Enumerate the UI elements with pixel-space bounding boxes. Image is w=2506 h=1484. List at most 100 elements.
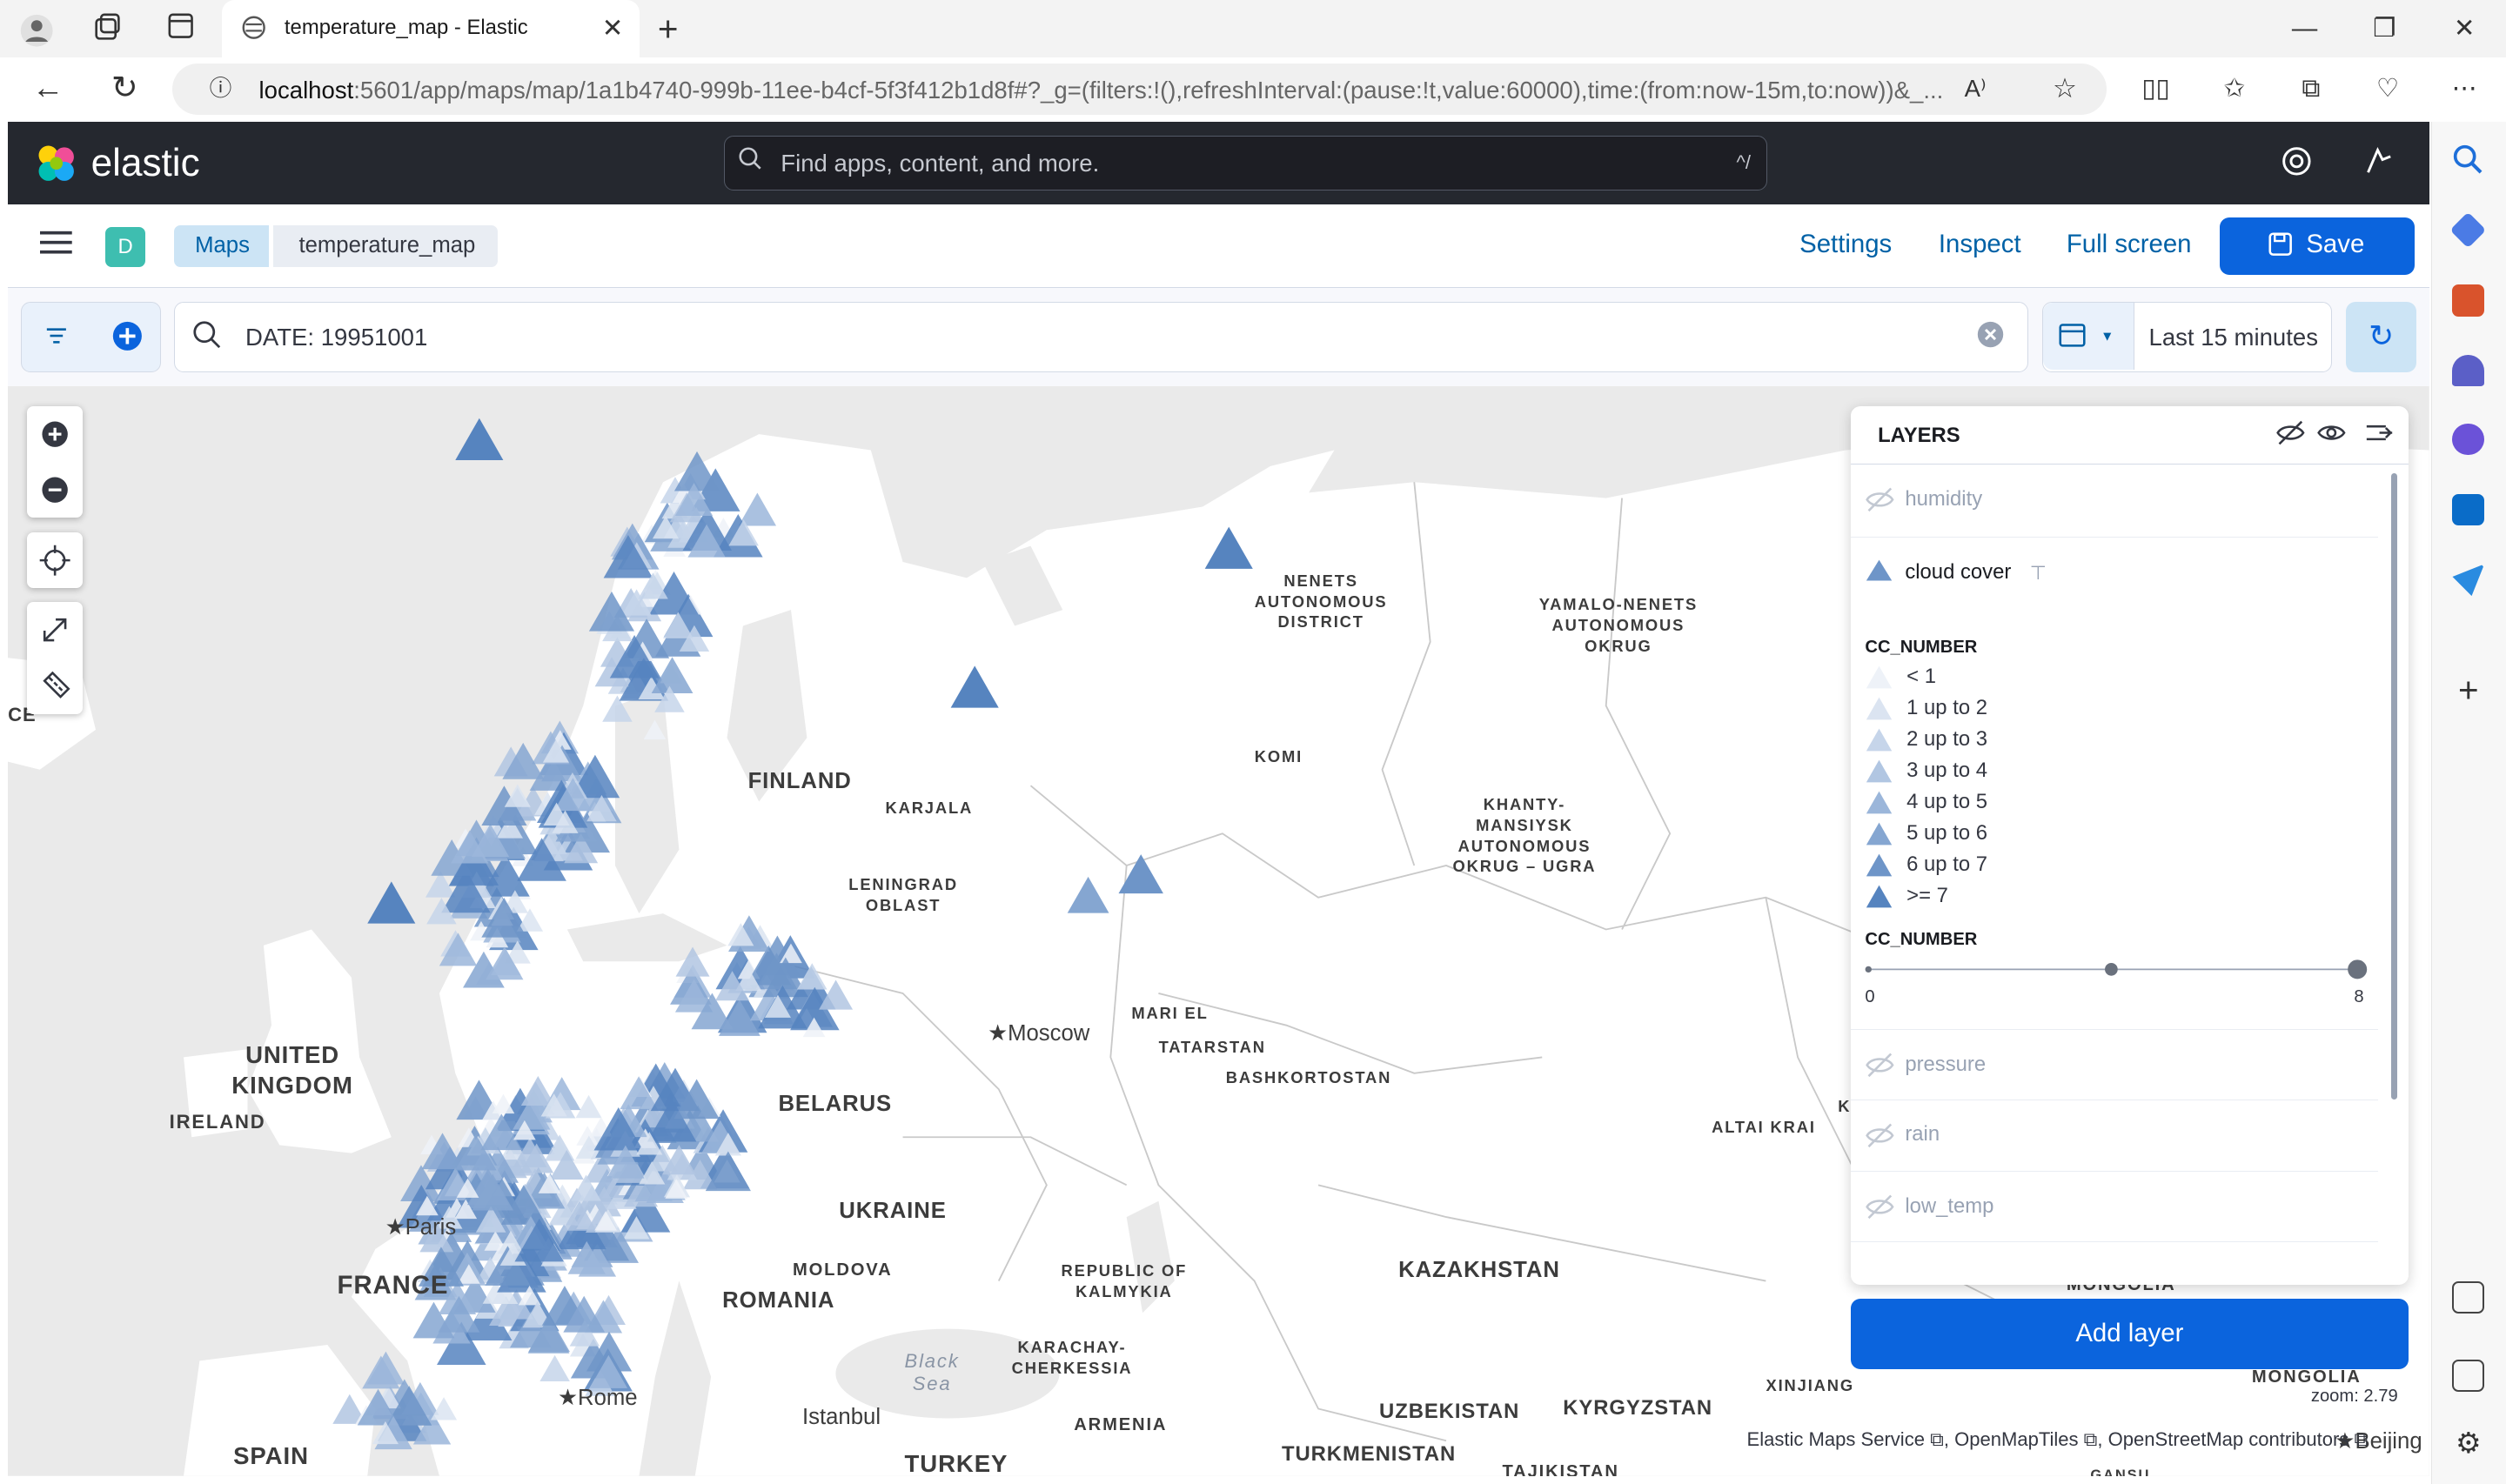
- global-search-input[interactable]: Find apps, content, and more. ^/: [724, 136, 1768, 191]
- cloud-cover-marker[interactable]: [1067, 877, 1109, 914]
- time-range-label[interactable]: Last 15 minutes: [2149, 324, 2318, 351]
- sidebar-settings-icon[interactable]: ⚙: [2452, 1427, 2484, 1461]
- triangle-swatch-icon: [1866, 697, 1893, 720]
- cloud-cover-marker[interactable]: [675, 947, 710, 978]
- zoom-out-button[interactable]: [27, 462, 83, 518]
- clear-query-icon[interactable]: [1974, 320, 2007, 352]
- legend-item-label: 6 up to 7: [1906, 852, 1988, 877]
- save-label: Save: [2306, 230, 2365, 259]
- cloud-cover-marker[interactable]: [455, 418, 504, 461]
- add-layer-button[interactable]: Add layer: [1850, 1299, 2409, 1370]
- close-window-icon[interactable]: ✕: [2449, 13, 2481, 45]
- search-icon: [734, 146, 767, 178]
- close-tab-icon[interactable]: ✕: [602, 13, 624, 43]
- legend-item: 2 up to 3: [1865, 725, 1987, 754]
- collections-icon[interactable]: ⧉: [2295, 73, 2328, 105]
- fit-to-data-button[interactable]: [27, 602, 83, 658]
- space-avatar[interactable]: D: [105, 226, 146, 267]
- set-view-control[interactable]: [27, 531, 84, 588]
- cloud-cover-marker[interactable]: [539, 1355, 571, 1382]
- settings-link[interactable]: Settings: [1799, 230, 1892, 259]
- hide-all-layers-icon[interactable]: [2275, 418, 2307, 452]
- tab-temperature-map[interactable]: temperature_map - Elastic ✕: [222, 0, 640, 58]
- attribution-osm-link[interactable]: OpenStreetMap contributors: [2108, 1428, 2349, 1450]
- sidebar-toggle-icon[interactable]: [2452, 1360, 2485, 1392]
- layers-scrollbar[interactable]: [2390, 472, 2398, 1100]
- restore-icon[interactable]: ❐: [2369, 13, 2401, 45]
- full-screen-link[interactable]: Full screen: [2067, 230, 2192, 259]
- minimize-icon[interactable]: —: [2288, 13, 2321, 45]
- layer-control-panel: LAYERS humidity cloud cover ⊤ CC_NUMBER …: [1850, 405, 2409, 1285]
- zoom-controls: [27, 405, 84, 518]
- legend-item: >= 7: [1865, 882, 1948, 911]
- measure-tool-button[interactable]: [27, 658, 83, 714]
- cloud-cover-marker[interactable]: [367, 881, 416, 925]
- user-menu-icon[interactable]: [2363, 145, 2395, 177]
- profile-icon[interactable]: [19, 13, 53, 47]
- outlook-icon[interactable]: [2452, 493, 2485, 526]
- reload-icon[interactable]: ↻: [109, 71, 141, 104]
- inspect-link[interactable]: Inspect: [1939, 230, 2021, 259]
- legend-item: 5 up to 6: [1865, 819, 1987, 848]
- help-icon[interactable]: [2281, 145, 2313, 177]
- add-filter-icon[interactable]: [111, 320, 144, 352]
- cloud-cover-marker[interactable]: [674, 451, 720, 491]
- games-chess-icon[interactable]: [2452, 354, 2485, 387]
- map-label-belarus: BELARUS: [778, 1092, 893, 1117]
- add-sidebar-app-icon[interactable]: +: [2452, 672, 2484, 707]
- browser-essentials-icon[interactable]: ♡: [2372, 73, 2404, 105]
- legend-item: 3 up to 4: [1865, 757, 1987, 785]
- split-screen-icon[interactable]: ▯▯: [2140, 73, 2172, 105]
- attribution-openmaptiles-link[interactable]: OpenMapTiles: [1954, 1428, 2078, 1450]
- calendar-icon: [2056, 320, 2088, 352]
- show-all-layers-icon[interactable]: [2315, 418, 2348, 452]
- tools-briefcase-icon[interactable]: [2452, 284, 2485, 317]
- filter-menu-icon[interactable]: [41, 322, 73, 354]
- workspaces-icon[interactable]: [91, 13, 124, 45]
- filter-controls: [20, 302, 162, 372]
- kibana-header: elastic Find apps, content, and more. ^/: [8, 121, 2429, 205]
- map-canvas[interactable]: FINLAND KARJALA LENINGRAD OBLAST NENETS …: [8, 386, 2429, 1477]
- read-aloud-icon[interactable]: A⁾: [1960, 73, 1992, 105]
- cloud-cover-marker[interactable]: [643, 720, 667, 740]
- layer-row-rain[interactable]: rain: [1850, 1099, 2378, 1170]
- date-picker[interactable]: ▾ Last 15 minutes: [2042, 302, 2332, 372]
- drop-send-icon[interactable]: [2452, 564, 2485, 597]
- copilot-icon[interactable]: [2452, 423, 2485, 456]
- layer-row-low-temp[interactable]: low_temp: [1850, 1171, 2378, 1241]
- collapse-panel-icon[interactable]: [2365, 418, 2394, 452]
- menu-hamburger-icon[interactable]: [39, 230, 72, 262]
- cloud-cover-marker[interactable]: [1118, 854, 1164, 894]
- zoom-in-button[interactable]: [27, 406, 83, 462]
- layers-title: LAYERS: [1878, 423, 1960, 447]
- query-input[interactable]: DATE: 19951001: [174, 302, 2028, 372]
- tab-title: temperature_map - Elastic: [284, 16, 528, 40]
- attribution-ems-link[interactable]: Elastic Maps Service: [1747, 1428, 1925, 1450]
- cloud-cover-marker[interactable]: [575, 1095, 602, 1119]
- screenshot-tool-icon[interactable]: [2452, 1281, 2485, 1314]
- date-quick-menu[interactable]: ▾: [2043, 303, 2134, 371]
- shopping-tag-icon[interactable]: [2450, 211, 2487, 249]
- favorite-star-icon[interactable]: ☆: [2049, 73, 2081, 105]
- url-field[interactable]: ⓘ localhost:5601/app/maps/map/1a1b4740-9…: [172, 64, 2107, 116]
- refresh-button[interactable]: ↻: [2346, 302, 2417, 372]
- tab-actions-icon[interactable]: [164, 13, 197, 45]
- layer-row-pressure[interactable]: pressure: [1850, 1028, 2378, 1100]
- more-menu-icon[interactable]: ⋯: [2449, 73, 2481, 105]
- favorites-icon[interactable]: ✩: [2218, 73, 2250, 105]
- new-tab-icon[interactable]: +: [652, 10, 684, 45]
- legend-color-title: CC_NUMBER: [1865, 637, 1978, 657]
- cloud-cover-marker[interactable]: [1204, 527, 1253, 570]
- back-icon[interactable]: ←: [32, 71, 64, 104]
- map-label-rome: ★Rome: [557, 1386, 638, 1411]
- layer-row-humidity[interactable]: humidity: [1851, 465, 2378, 535]
- cloud-cover-marker[interactable]: [950, 665, 999, 709]
- site-info-icon[interactable]: ⓘ: [204, 73, 237, 105]
- chevron-down-icon: ▾: [2103, 326, 2112, 345]
- layer-row-cloud-cover[interactable]: cloud cover ⊤: [1850, 537, 2378, 611]
- elastic-logo-icon[interactable]: [34, 141, 78, 192]
- save-button[interactable]: Save: [2220, 217, 2416, 275]
- search-sidebar-icon[interactable]: [2452, 144, 2484, 176]
- breadcrumb-maps[interactable]: Maps: [174, 224, 269, 267]
- map-label-khanty: KHANTY- MANSIYSK AUTONOMOUS OKRUG – UGRA: [1452, 794, 1597, 876]
